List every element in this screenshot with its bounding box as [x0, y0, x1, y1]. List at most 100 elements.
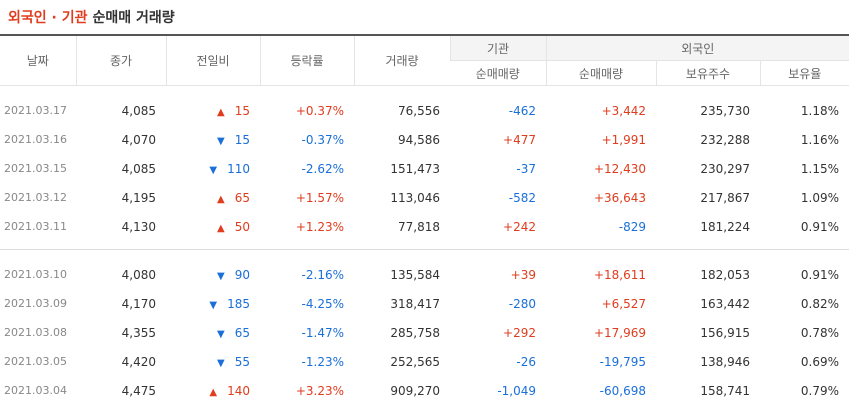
cell-foreign-holdings: 235,730	[656, 86, 760, 126]
cell-foreign-ratio: 1.09%	[760, 183, 849, 212]
cell-change: ▼ 15	[166, 125, 260, 154]
section-title: 외국인 · 기관 순매매 거래량	[0, 0, 849, 34]
cell-close: 4,080	[76, 250, 166, 290]
cell-change: ▼ 185	[166, 289, 260, 318]
cell-foreign-net: +3,442	[546, 86, 656, 126]
change-value: 65	[235, 326, 250, 340]
cell-foreign-holdings: 217,867	[656, 183, 760, 212]
cell-foreign-holdings: 232,288	[656, 125, 760, 154]
cell-foreign-ratio: 0.79%	[760, 376, 849, 405]
cell-rate: +0.37%	[260, 86, 354, 126]
change-value: 185	[227, 297, 250, 311]
header-close: 종가	[76, 35, 166, 86]
cell-rate: +1.57%	[260, 183, 354, 212]
change-value: 140	[227, 384, 250, 398]
up-triangle-icon: ▲	[209, 387, 217, 398]
up-triangle-icon: ▲	[217, 223, 225, 234]
header-inst-net: 순매매량	[450, 61, 546, 86]
cell-date: 2021.03.05	[0, 347, 76, 376]
cell-foreign-ratio: 1.16%	[760, 125, 849, 154]
cell-close: 4,420	[76, 347, 166, 376]
change-value: 90	[235, 268, 250, 282]
cell-volume: 151,473	[354, 154, 450, 183]
cell-foreign-net: +18,611	[546, 250, 656, 290]
cell-volume: 909,270	[354, 376, 450, 405]
cell-date: 2021.03.17	[0, 86, 76, 126]
header-date: 날짜	[0, 35, 76, 86]
cell-volume: 285,758	[354, 318, 450, 347]
cell-foreign-holdings: 156,915	[656, 318, 760, 347]
table-row: 2021.03.16 4,070 ▼15 -0.37% 94,586 +477 …	[0, 125, 849, 154]
cell-volume: 318,417	[354, 289, 450, 318]
cell-change: ▲ 50	[166, 212, 260, 250]
cell-inst-net: -582	[450, 183, 546, 212]
cell-date: 2021.03.09	[0, 289, 76, 318]
cell-foreign-net: +12,430	[546, 154, 656, 183]
cell-change: ▼110	[166, 154, 260, 183]
header-group-institution: 기관	[450, 35, 546, 61]
header-volume: 거래량	[354, 35, 450, 86]
cell-foreign-holdings: 138,946	[656, 347, 760, 376]
cell-close: 4,130	[76, 212, 166, 250]
change-value: 55	[235, 355, 250, 369]
cell-close: 4,475	[76, 376, 166, 405]
header-foreign-holdings: 보유주수	[656, 61, 760, 86]
cell-change: ▲ 140	[166, 376, 260, 405]
cell-foreign-ratio: 0.78%	[760, 318, 849, 347]
cell-date: 2021.03.10	[0, 250, 76, 290]
table-row: 2021.03.05 4,420 ▼55 -1.23% 252,565 -26 …	[0, 347, 849, 376]
cell-foreign-net: +6,527	[546, 289, 656, 318]
table-body: 2021.03.17 4,085 ▲15 +0.37% 76,556 -462 …	[0, 86, 849, 405]
cell-foreign-holdings: 163,442	[656, 289, 760, 318]
cell-close: 4,085	[76, 86, 166, 126]
down-triangle-icon: ▼	[217, 358, 225, 369]
cell-change: ▲ 65	[166, 183, 260, 212]
table-row: 2021.03.04 4,475 ▲140 +3.23% 909,270 -1,…	[0, 376, 849, 405]
cell-change: ▼ 55	[166, 347, 260, 376]
cell-date: 2021.03.04	[0, 376, 76, 405]
cell-inst-net: -37	[450, 154, 546, 183]
table-row: 2021.03.12 4,195 ▲65 +1.57% 113,046 -582…	[0, 183, 849, 212]
section-title-sub: 순매매 거래량	[92, 7, 174, 27]
down-triangle-icon: ▼	[209, 300, 217, 311]
cell-foreign-ratio: 0.91%	[760, 212, 849, 250]
cell-volume: 252,565	[354, 347, 450, 376]
cell-rate: +1.23%	[260, 212, 354, 250]
down-triangle-icon: ▼	[209, 165, 217, 176]
cell-inst-net: +39	[450, 250, 546, 290]
cell-date: 2021.03.16	[0, 125, 76, 154]
cell-close: 4,170	[76, 289, 166, 318]
cell-change: ▼90	[166, 250, 260, 290]
table-row: 2021.03.08 4,355 ▼65 -1.47% 285,758 +292…	[0, 318, 849, 347]
cell-foreign-ratio: 0.91%	[760, 250, 849, 290]
cell-foreign-ratio: 0.69%	[760, 347, 849, 376]
cell-rate: -4.25%	[260, 289, 354, 318]
cell-inst-net: -462	[450, 86, 546, 126]
cell-foreign-net: -60,698	[546, 376, 656, 405]
table-row: 2021.03.15 4,085 ▼110 -2.62% 151,473 -37…	[0, 154, 849, 183]
cell-inst-net: +477	[450, 125, 546, 154]
table-row: 2021.03.10 4,080 ▼90 -2.16% 135,584 +39 …	[0, 250, 849, 290]
cell-date: 2021.03.11	[0, 212, 76, 250]
cell-volume: 77,818	[354, 212, 450, 250]
cell-change: ▲15	[166, 86, 260, 126]
cell-inst-net: -26	[450, 347, 546, 376]
cell-foreign-net: +36,643	[546, 183, 656, 212]
cell-rate: -0.37%	[260, 125, 354, 154]
down-triangle-icon: ▼	[217, 136, 225, 147]
cell-foreign-ratio: 0.82%	[760, 289, 849, 318]
table-row: 2021.03.11 4,130 ▲50 +1.23% 77,818 +242 …	[0, 212, 849, 250]
cell-inst-net: -1,049	[450, 376, 546, 405]
cell-rate: -1.47%	[260, 318, 354, 347]
cell-foreign-net: -829	[546, 212, 656, 250]
cell-foreign-holdings: 181,224	[656, 212, 760, 250]
cell-rate: -2.62%	[260, 154, 354, 183]
change-value: 50	[235, 220, 250, 234]
cell-close: 4,355	[76, 318, 166, 347]
up-triangle-icon: ▲	[217, 194, 225, 205]
cell-foreign-ratio: 1.18%	[760, 86, 849, 126]
cell-date: 2021.03.12	[0, 183, 76, 212]
change-value: 15	[235, 133, 250, 147]
cell-foreign-holdings: 230,297	[656, 154, 760, 183]
change-value: 65	[235, 191, 250, 205]
